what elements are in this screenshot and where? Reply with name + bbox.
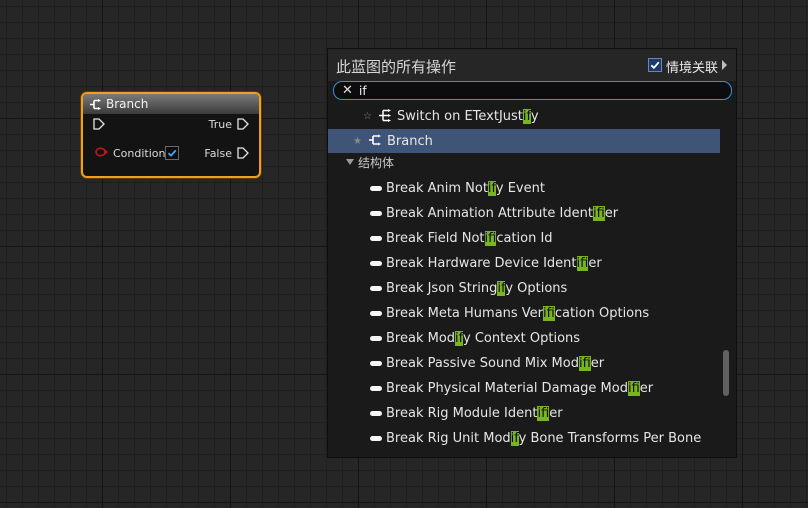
struct-list-item[interactable]: Break Hardware Device Identifier: [328, 251, 720, 275]
checkmark-icon: [167, 149, 177, 157]
condition-checkbox[interactable]: [165, 146, 179, 160]
struct-list-item[interactable]: Break Rig Unit Modify Bone Transforms Pe…: [328, 426, 720, 450]
false-label: False: [204, 146, 232, 160]
category-label: 结构体: [358, 155, 395, 170]
struct-list-item[interactable]: Break Field Notification Id: [328, 226, 720, 250]
item-label: Break Rig Module Identifier: [386, 405, 563, 421]
struct-icon: [370, 211, 382, 216]
struct-icon: [370, 311, 382, 316]
item-label: Switch on ETextJustify: [397, 108, 539, 124]
search-match-highlight: if: [578, 355, 591, 371]
branch-node[interactable]: Branch True Condition False: [81, 92, 261, 178]
false-exec-pin[interactable]: [237, 147, 249, 159]
search-match-highlight: if: [522, 108, 531, 124]
action-list: ☆ Switch on ETextJustify ★ Branch 结构体 Br…: [328, 104, 732, 452]
struct-list-item[interactable]: Break Modify Context Options: [328, 326, 720, 350]
struct-list-item[interactable]: Break Animation Attribute Identifier: [328, 201, 720, 225]
search-match-highlight: if: [484, 230, 497, 246]
menu-title: 此蓝图的所有操作: [336, 58, 457, 76]
struct-list-item[interactable]: Break Rig Module Identifier: [328, 401, 720, 425]
list-item[interactable]: ☆ Switch on ETextJustify: [328, 104, 720, 128]
item-label: Break Modify Context Options: [386, 330, 581, 346]
item-label: Break Physical Material Damage Modifier: [386, 380, 654, 396]
item-label: Break Passive Sound Mix Modifier: [386, 355, 605, 371]
search-match-highlight: if: [537, 405, 550, 421]
menu-header: 此蓝图的所有操作 情境关联: [328, 49, 736, 81]
search-match-highlight: if: [497, 280, 506, 296]
switch-icon: [378, 109, 392, 126]
search-match-highlight: if: [510, 430, 519, 446]
struct-icon: [370, 236, 382, 241]
struct-icon: [370, 261, 382, 266]
condition-pin[interactable]: [95, 146, 108, 160]
item-label: Branch: [387, 133, 433, 149]
search-match-highlight: if: [455, 330, 463, 346]
search-input[interactable]: [359, 83, 719, 98]
item-label: Break Hardware Device Identifier: [386, 255, 602, 271]
search-match-highlight: if: [592, 205, 605, 221]
context-sensitive-label[interactable]: 情境关联: [666, 57, 718, 76]
true-exec-pin[interactable]: [237, 118, 249, 130]
action-menu: 此蓝图的所有操作 情境关联 ✕ ☆ Switch on ETextJustify…: [327, 48, 737, 458]
context-sensitive-checkbox[interactable]: [648, 58, 662, 72]
exec-in-pin[interactable]: [93, 118, 105, 130]
clear-search-icon[interactable]: ✕: [342, 84, 353, 97]
search-match-highlight: if: [627, 380, 640, 396]
struct-icon: [370, 336, 382, 341]
list-item-selected[interactable]: ★ Branch: [328, 129, 720, 153]
search-match-highlight: if: [576, 255, 589, 271]
favorite-star-icon[interactable]: ★: [353, 136, 362, 147]
struct-list-item[interactable]: Break Physical Material Damage Modifier: [328, 376, 720, 400]
item-label: Break Meta Humans Verification Options: [386, 305, 650, 321]
struct-list-item[interactable]: Break Json Stringify Options: [328, 276, 720, 300]
item-label: Break Field Notification Id: [386, 230, 553, 246]
checkmark-icon: [650, 61, 660, 70]
struct-list-item[interactable]: Break Meta Humans Verification Options: [328, 301, 720, 325]
struct-icon: [370, 361, 382, 366]
scrollbar-thumb[interactable]: [723, 350, 729, 396]
node-header[interactable]: Branch: [83, 94, 259, 114]
node-title: Branch: [106, 97, 149, 111]
item-label: Break Anim Notify Event: [386, 180, 545, 196]
item-label: Break Rig Unit Modify Bone Transforms Pe…: [386, 430, 702, 446]
branch-icon: [368, 134, 382, 150]
true-label: True: [208, 117, 232, 131]
collapse-triangle-icon[interactable]: [346, 159, 354, 165]
search-box: ✕: [333, 81, 732, 100]
expand-arrow-icon[interactable]: [722, 60, 727, 70]
branch-icon: [89, 95, 102, 114]
struct-icon: [370, 386, 382, 391]
search-match-highlight: if: [487, 180, 496, 196]
favorite-star-icon[interactable]: ☆: [363, 111, 372, 122]
struct-icon: [370, 186, 382, 191]
struct-list-item[interactable]: Break Passive Sound Mix Modifier: [328, 351, 720, 375]
item-label: Break Animation Attribute Identifier: [386, 205, 619, 221]
search-match-highlight: if: [543, 305, 555, 321]
condition-label: Condition: [113, 146, 166, 160]
struct-icon: [370, 286, 382, 291]
struct-icon: [370, 436, 382, 441]
item-label: Break Json Stringify Options: [386, 280, 568, 296]
struct-icon: [370, 411, 382, 416]
struct-list-item[interactable]: Break Anim Notify Event: [328, 176, 720, 200]
